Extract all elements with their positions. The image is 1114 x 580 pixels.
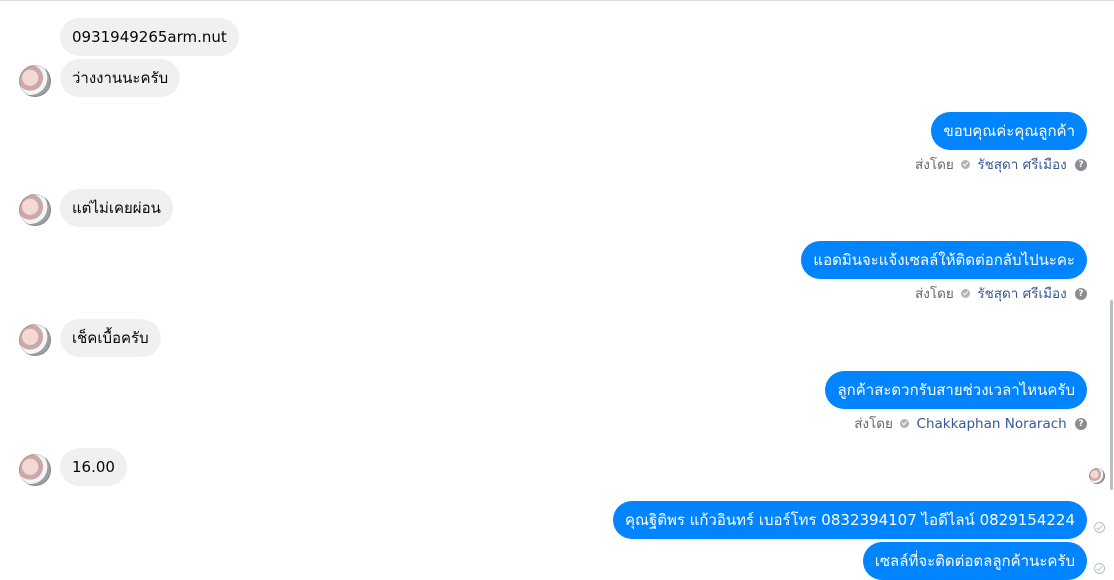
verified-icon bbox=[900, 418, 910, 428]
message-bubble-incoming[interactable]: แต่ไม่เคยผ่อน bbox=[60, 189, 173, 227]
help-icon[interactable]: ? bbox=[1075, 418, 1087, 430]
contact-avatar[interactable] bbox=[19, 454, 51, 486]
help-icon[interactable]: ? bbox=[1075, 288, 1087, 300]
message-bubble-outgoing[interactable]: แอดมินจะแจ้งเซลล์ให้ติดต่อกลับไปนะคะ bbox=[801, 241, 1087, 279]
help-icon[interactable]: ? bbox=[1075, 159, 1087, 171]
message-bubble-outgoing[interactable]: เซลล์ที่จะติดต่อตลลูกค้านะครับ bbox=[862, 542, 1087, 580]
message-bubble-outgoing[interactable]: ลูกค้าสะดวกรับสายช่วงเวลาไหนครับ bbox=[825, 371, 1087, 409]
delivered-icon bbox=[1094, 522, 1105, 533]
message-bubble-incoming[interactable]: เช็คเบื้อครับ bbox=[60, 319, 161, 357]
scrollbar[interactable] bbox=[1110, 300, 1113, 490]
read-receipt-avatar bbox=[1089, 468, 1105, 484]
message-bubble-incoming[interactable]: ว่างงานนะครับ bbox=[60, 59, 181, 97]
contact-avatar[interactable] bbox=[19, 324, 51, 356]
verified-icon bbox=[961, 288, 971, 298]
sender-name[interactable]: Chakkaphan Norarach bbox=[917, 416, 1067, 432]
sent-by-prefix: ส่งโดย bbox=[854, 416, 893, 432]
verified-icon bbox=[961, 159, 971, 169]
message-bubble-outgoing[interactable]: ขอบคุณค่ะคุณลูกค้า bbox=[931, 112, 1087, 150]
contact-avatar[interactable] bbox=[19, 194, 51, 226]
delivered-icon bbox=[1094, 563, 1105, 574]
message-bubble-outgoing[interactable]: คุณฐิติพร แก้วอินทร์ เบอร์โทร 0832394107… bbox=[613, 501, 1087, 539]
sent-by-label: ส่งโดย รัชสุดา ศรีเมือง ? bbox=[915, 285, 1087, 303]
message-bubble-incoming[interactable]: 16.00 bbox=[60, 448, 127, 486]
sent-by-prefix: ส่งโดย bbox=[915, 157, 954, 173]
sent-by-label: ส่งโดย Chakkaphan Norarach ? bbox=[854, 415, 1087, 433]
sender-name[interactable]: รัชสุดา ศรีเมือง bbox=[977, 286, 1066, 302]
sender-name[interactable]: รัชสุดา ศรีเมือง bbox=[977, 157, 1066, 173]
sent-by-label: ส่งโดย รัชสุดา ศรีเมือง ? bbox=[915, 156, 1087, 174]
contact-avatar[interactable] bbox=[19, 65, 51, 97]
sent-by-prefix: ส่งโดย bbox=[915, 286, 954, 302]
message-bubble-incoming[interactable]: 0931949265arm.nut bbox=[60, 18, 239, 56]
top-border bbox=[0, 0, 1114, 1]
